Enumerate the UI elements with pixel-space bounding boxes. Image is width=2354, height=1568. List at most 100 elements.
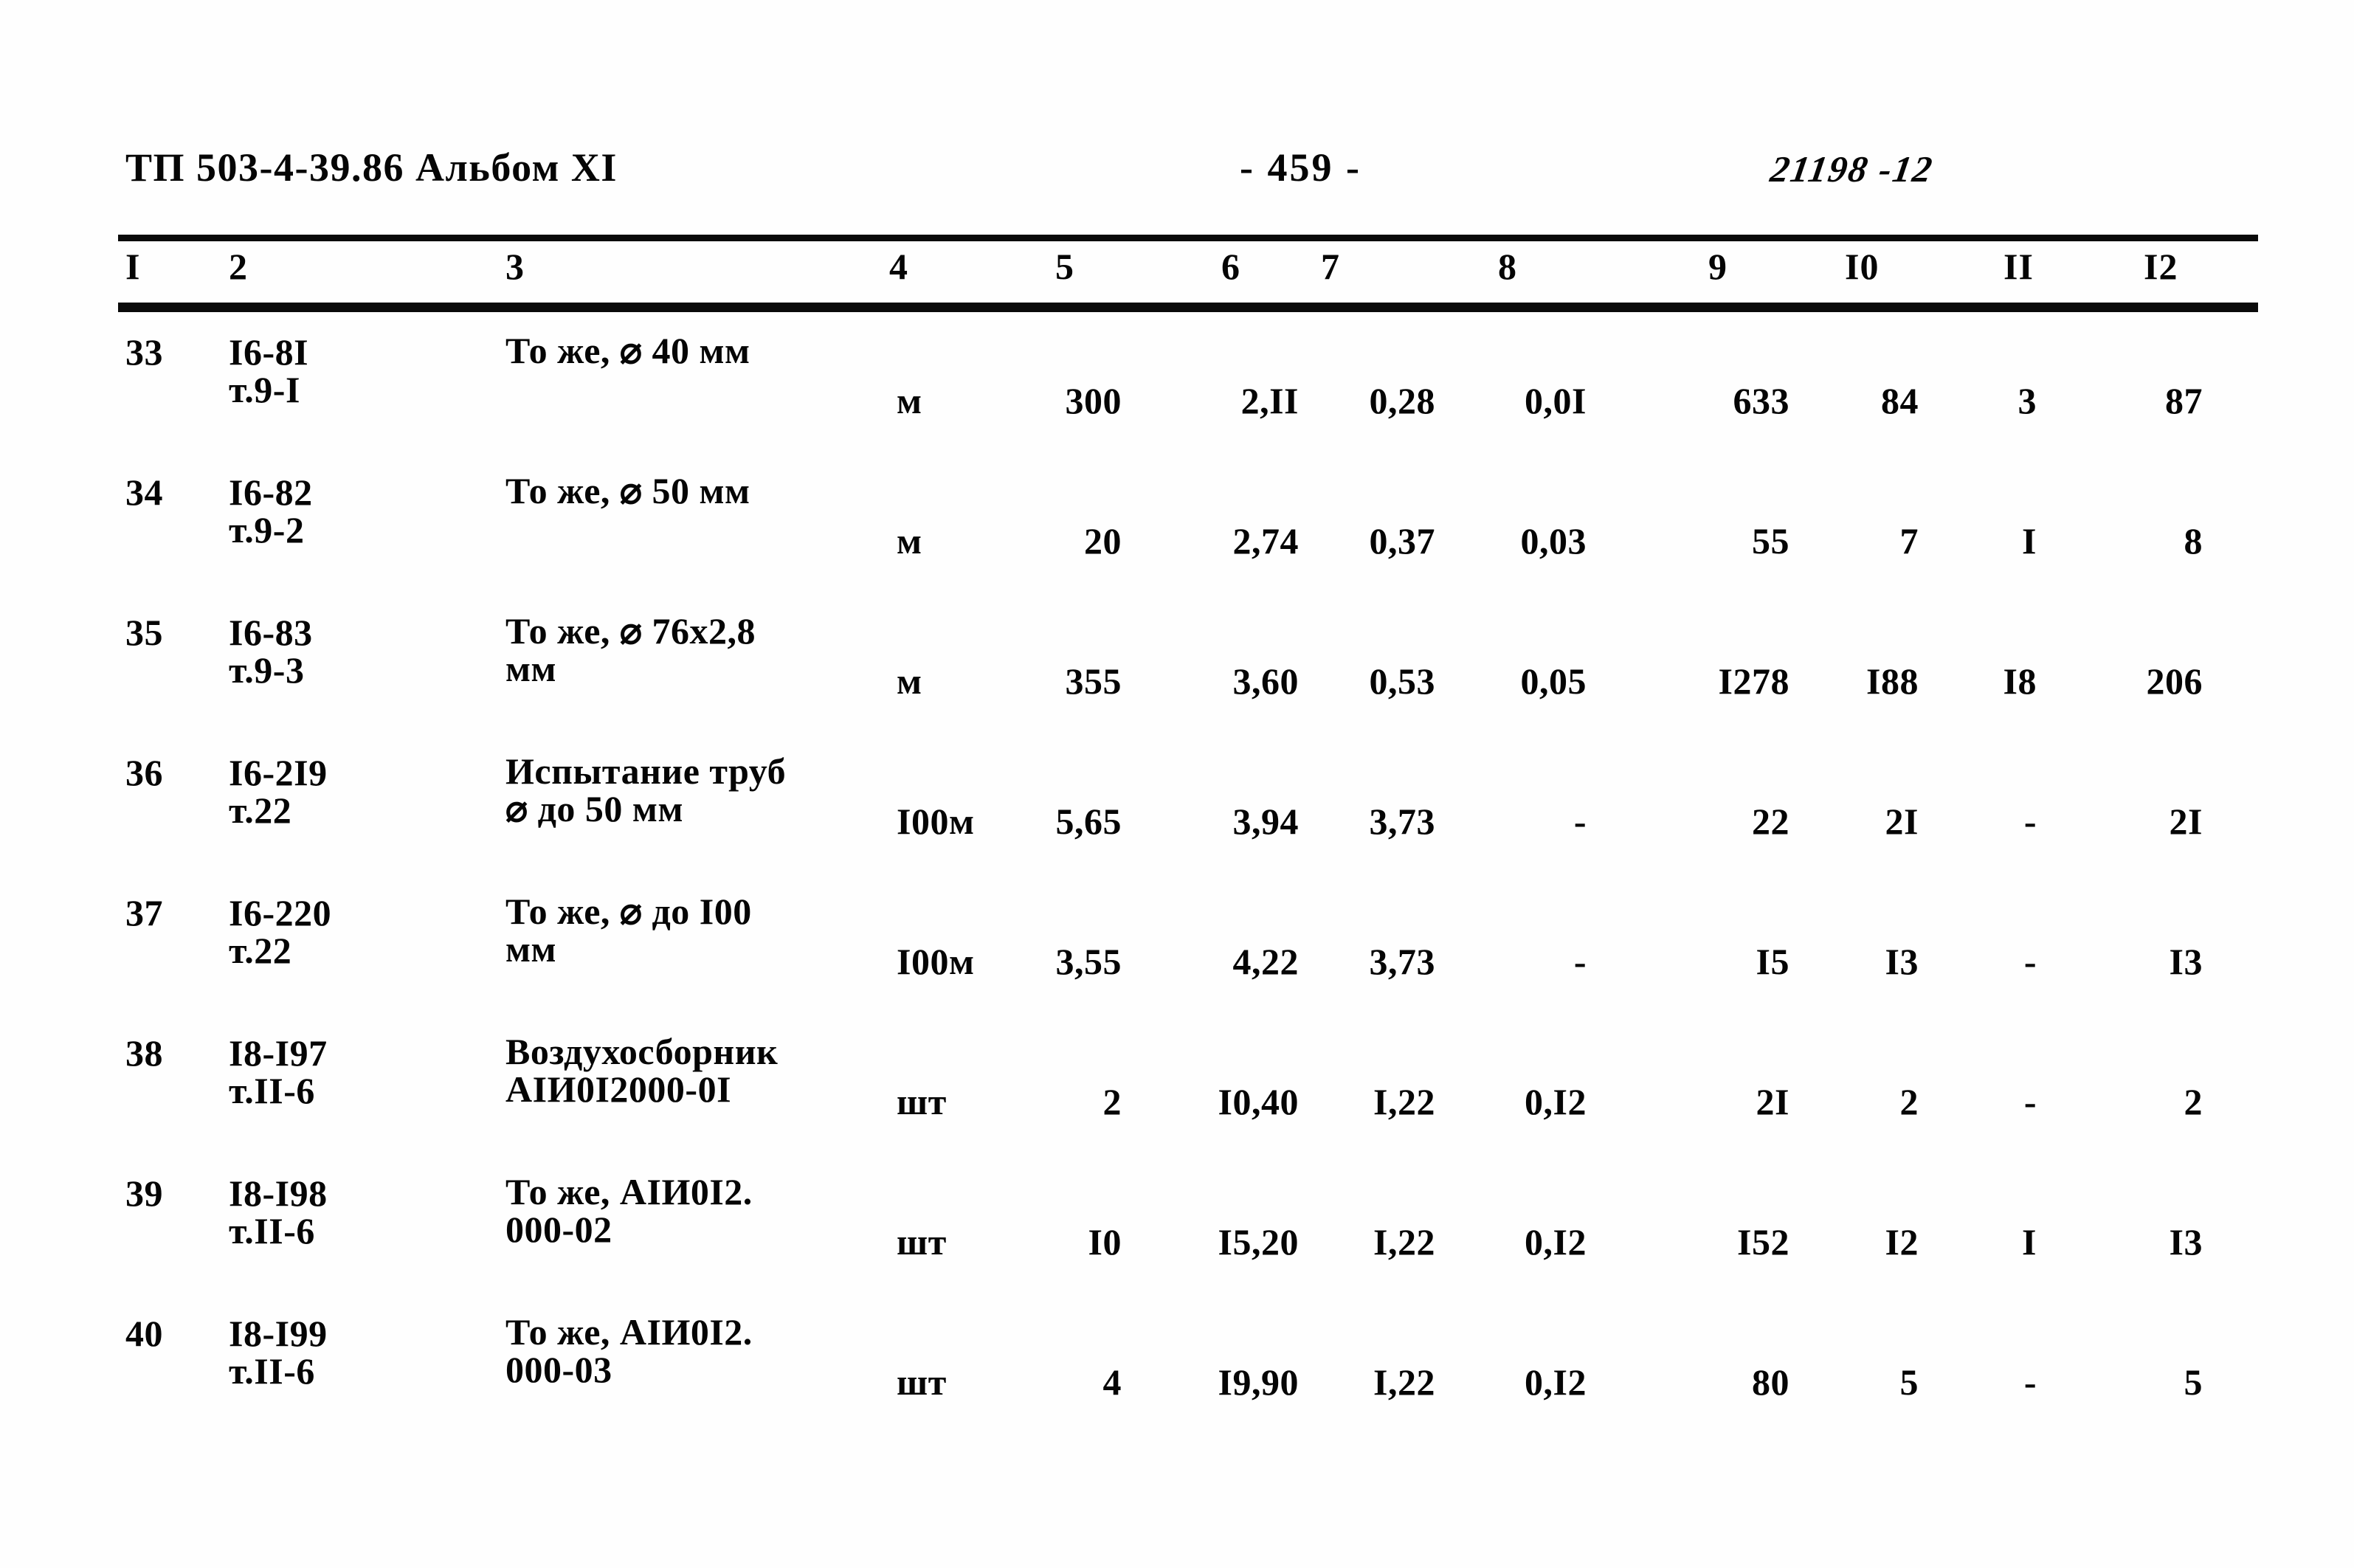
document-page: ТП 503-4-39.86 Альбом XI - 459 - 21198 -… [0, 0, 2354, 1568]
row-value-col8: - [1573, 801, 1587, 842]
row-value-col8: 0,I2 [1525, 1221, 1587, 1263]
row-value-col10: I3 [1885, 941, 1919, 982]
row-code: I6-220 т.22 [229, 894, 331, 970]
row-value-col9: I52 [1737, 1221, 1789, 1263]
row-number: 33 [125, 331, 163, 373]
row-description-line2: 000-02 [505, 1209, 612, 1250]
row-value-col7: I,22 [1373, 1081, 1435, 1122]
row-description-line2: 000-03 [505, 1349, 612, 1390]
row-value-col8: 0,05 [1520, 660, 1587, 702]
row-value-col10: 2I [1885, 801, 1919, 842]
row-value-col12: 2 [2184, 1081, 2203, 1122]
row-value-col5: 300 [1065, 380, 1122, 421]
row-value-col10: 84 [1881, 380, 1919, 421]
row-value-col9: 55 [1752, 520, 1789, 562]
table-row: 37 I6-220 т.22 То же, ⌀ до I00 мм I00м 3,55 4,2… [0, 885, 2354, 1026]
row-code-line2: т.II-6 [229, 1210, 315, 1251]
column-header-2: 2 [229, 246, 248, 287]
column-header-7: 7 [1321, 246, 1340, 287]
row-number: 38 [125, 1032, 163, 1074]
row-code: I8-I99 т.II-6 [229, 1315, 328, 1390]
row-value-col7: 3,73 [1369, 941, 1435, 982]
column-header-9: 9 [1708, 246, 1727, 287]
row-value-col8: 0,I2 [1525, 1361, 1587, 1403]
document-code: ТП 503-4-39.86 Альбом XI [125, 145, 618, 190]
row-description-line1: То же, ⌀ 40 мм [505, 330, 750, 371]
row-code-line1: I8-I97 [229, 1032, 328, 1074]
row-unit: шт [897, 1221, 947, 1263]
row-value-col6: 2,74 [1232, 520, 1299, 562]
row-value-col8: - [1573, 941, 1587, 982]
row-description: То же, ⌀ 76х2,8 мм [505, 612, 756, 688]
row-value-col5: 5,65 [1055, 801, 1122, 842]
page-header: ТП 503-4-39.86 Альбом XI - 459 - 21198 -… [125, 145, 2265, 204]
row-number: 36 [125, 752, 163, 793]
row-value-col11: - [2023, 941, 2037, 982]
row-description-line1: То же, АIИ0I2. [505, 1311, 753, 1353]
table-row: 39 I8-I98 т.II-6 То же, АIИ0I2. 000-02 шт I0 I5… [0, 1166, 2354, 1306]
row-number: 34 [125, 472, 163, 513]
row-value-col12: 2I [2169, 801, 2203, 842]
row-unit: м [897, 660, 922, 702]
row-value-col12: 8 [2184, 520, 2203, 562]
row-value-col5: 3,55 [1055, 941, 1122, 982]
row-value-col12: 5 [2184, 1361, 2203, 1403]
column-header-6: 6 [1221, 246, 1240, 287]
row-value-col8: 0,I2 [1525, 1081, 1587, 1122]
row-description-line1: То же, ⌀ 50 мм [505, 470, 750, 511]
row-value-col7: I,22 [1373, 1221, 1435, 1263]
row-description: То же, АIИ0I2. 000-03 [505, 1313, 753, 1389]
row-value-col9: 633 [1733, 380, 1789, 421]
row-description-line1: То же, АIИ0I2. [505, 1171, 753, 1212]
row-description-line2: АIИ0I2000-0I [505, 1068, 732, 1110]
row-value-col5: 4 [1102, 1361, 1122, 1403]
row-value-col10: I88 [1866, 660, 1919, 702]
column-header-4: 4 [889, 246, 908, 287]
row-value-col9: 2I [1756, 1081, 1789, 1122]
row-value-col11: 3 [2018, 380, 2037, 421]
row-value-col9: 22 [1752, 801, 1789, 842]
row-description-line2: мм [505, 648, 557, 689]
row-value-col12: 87 [2165, 380, 2203, 421]
row-number: 35 [125, 612, 163, 653]
row-value-col12: I3 [2169, 1221, 2203, 1263]
row-value-col7: 0,37 [1369, 520, 1435, 562]
row-code-line2: т.II-6 [229, 1350, 315, 1392]
row-description-line1: То же, ⌀ 76х2,8 [505, 610, 756, 652]
table-row: 34 I6-82 т.9-2 То же, ⌀ 50 мм м 20 2,74 0,37 0,0… [0, 465, 2354, 605]
row-value-col9: I5 [1756, 941, 1789, 982]
row-description-line1: Испытание труб [505, 750, 787, 792]
row-description-line2: ⌀ до 50 мм [505, 788, 684, 829]
row-code-line1: I6-2I9 [229, 752, 328, 793]
column-header-5: 5 [1055, 246, 1074, 287]
row-value-col5: 2 [1102, 1081, 1122, 1122]
row-value-col6: I5,20 [1218, 1221, 1299, 1263]
table-body: 33 I6-8I т.9-I То же, ⌀ 40 мм м 300 2,II 0,28 0,… [0, 325, 2354, 1446]
row-value-col11: - [2023, 1081, 2037, 1122]
page-number: - 459 - [1240, 145, 1361, 190]
row-value-col7: I,22 [1373, 1361, 1435, 1403]
row-value-col10: 2 [1899, 1081, 1919, 1122]
row-number: 37 [125, 892, 163, 933]
row-description-line2: мм [505, 928, 557, 970]
row-code: I6-2I9 т.22 [229, 754, 328, 829]
column-header-1: I [125, 246, 141, 287]
row-description: То же, ⌀ до I00 мм [505, 893, 752, 968]
row-value-col11: - [2023, 801, 2037, 842]
row-value-col11: I8 [2003, 660, 2037, 702]
table-row: 36 I6-2I9 т.22 Испытание труб ⌀ до 50 мм I00м… [0, 745, 2354, 885]
row-description-line1: Воздухосборник [505, 1031, 779, 1072]
row-code-line2: т.9-I [229, 369, 300, 410]
row-value-col12: I3 [2169, 941, 2203, 982]
row-code: I8-I98 т.II-6 [229, 1175, 328, 1250]
row-description: То же, ⌀ 50 мм [505, 472, 750, 510]
row-value-col7: 3,73 [1369, 801, 1435, 842]
row-code-line1: I8-I99 [229, 1313, 328, 1354]
row-value-col6: I0,40 [1218, 1081, 1299, 1122]
column-header-11: II [2003, 246, 2034, 287]
table-row: 35 I6-83 т.9-3 То же, ⌀ 76х2,8 мм м 355 3,60 0,5… [0, 605, 2354, 745]
row-code-line2: т.22 [229, 790, 292, 831]
row-description: То же, АIИ0I2. 000-02 [505, 1173, 753, 1248]
row-value-col11: I [2022, 1221, 2037, 1263]
row-description: Испытание труб ⌀ до 50 мм [505, 753, 786, 828]
